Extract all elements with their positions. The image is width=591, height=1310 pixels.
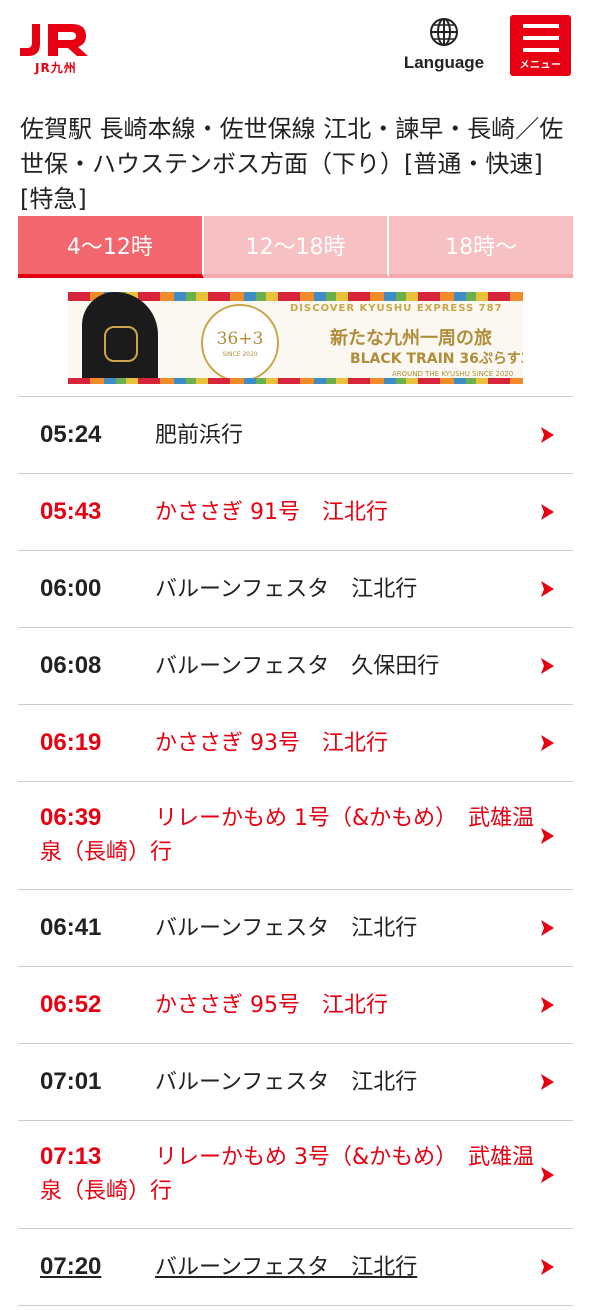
departure-time: 07:13 — [40, 1143, 102, 1170]
departure-time: 06:52 — [40, 990, 102, 1018]
departure-row[interactable]: 07:20 バルーンフェスタ 江北行 — [18, 1229, 573, 1306]
arrow-right-icon — [541, 920, 554, 936]
departure-destination: バルーンフェスタ 久保田行 — [155, 653, 440, 679]
departure-row[interactable]: 06:00 バルーンフェスタ 江北行 — [18, 551, 573, 628]
departure-destination: バルーンフェスタ 江北行 — [155, 1069, 418, 1095]
departure-destination: バルーンフェスタ 江北行 — [155, 915, 418, 941]
row-text: 05:24 肥前浜行 — [40, 418, 539, 453]
arrow-right-icon — [541, 735, 554, 751]
row-text: 06:39 リレーかもめ 1号（&かもめ） 武雄温泉（長崎）行 — [40, 801, 539, 870]
emblem-since: SINCE 2020 — [222, 350, 258, 358]
departure-row[interactable]: 06:39 リレーかもめ 1号（&かもめ） 武雄温泉（長崎）行 — [18, 782, 573, 890]
departure-destination: かささぎ 91号 江北行 — [155, 499, 388, 525]
arrow-right-icon — [541, 427, 554, 443]
arrow-right-icon — [541, 827, 554, 844]
arrow-right-icon — [541, 581, 554, 597]
departure-destination: かささぎ 95号 江北行 — [155, 992, 388, 1018]
promo-banner[interactable]: 36+3 SINCE 2020 DISCOVER KYUSHU EXPRESS … — [68, 292, 523, 384]
train-image — [82, 292, 158, 384]
language-label: Language — [403, 53, 485, 72]
banner-en-top: DISCOVER KYUSHU EXPRESS 787 — [290, 303, 503, 314]
departure-time: 06:00 — [40, 574, 102, 602]
departure-destination: バルーンフェスタ 江北行 — [155, 1254, 418, 1280]
logo-sub-text: JR九州 — [35, 61, 77, 75]
banner-en-text: BLACK TRAIN 36ぷらす3 — [350, 351, 523, 367]
departure-time: 05:43 — [40, 497, 102, 525]
departure-destination: バルーンフェスタ 江北行 — [155, 576, 418, 602]
departure-row[interactable]: 07:01 バルーンフェスタ 江北行 — [18, 1044, 573, 1121]
departure-destination: 肥前浜行 — [155, 422, 244, 448]
departure-row[interactable]: 06:52 かささぎ 95号 江北行 — [18, 967, 573, 1044]
jr-logo-icon — [20, 24, 88, 56]
departure-row[interactable]: 05:43 かささぎ 91号 江北行 — [18, 474, 573, 551]
departure-list: 05:24 肥前浜行 05:43 かささぎ 91号 江北行 06:00 バルーンフェス… — [18, 396, 573, 1306]
arrow-right-icon — [541, 658, 554, 674]
hamburger-icon — [522, 24, 559, 52]
row-text: 06:41 バルーンフェスタ 江北行 — [40, 911, 539, 946]
departure-time: 06:39 — [40, 804, 102, 831]
tab-18[interactable]: 18時〜 — [389, 216, 574, 278]
banner-emblem: 36+3 SINCE 2020 — [201, 304, 279, 382]
arrow-right-icon — [541, 1074, 554, 1090]
arrow-right-icon — [541, 997, 554, 1013]
row-text: 06:08 バルーンフェスタ 久保田行 — [40, 649, 539, 684]
header: JR九州 Language メニュー — [0, 0, 591, 98]
train-face — [104, 326, 138, 362]
row-text: 07:13 リレーかもめ 3号（&かもめ） 武雄温泉（長崎）行 — [40, 1140, 539, 1209]
row-text: 05:43 かささぎ 91号 江北行 — [40, 495, 539, 530]
banner-jp-text: 新たな九州一周の旅 — [330, 328, 492, 349]
emblem-number: 36+3 — [216, 328, 264, 349]
arrow-right-icon — [541, 504, 554, 520]
banner-since-text: AROUND THE KYUSHU SINCE 2020 — [392, 370, 514, 378]
row-text: 07:01 バルーンフェスタ 江北行 — [40, 1065, 539, 1100]
jr-kyushu-logo[interactable]: JR九州 — [18, 22, 98, 76]
departure-row[interactable]: 06:41 バルーンフェスタ 江北行 — [18, 890, 573, 967]
row-text: 06:19 かささぎ 93号 江北行 — [40, 726, 539, 761]
departure-row[interactable]: 07:13 リレーかもめ 3号（&かもめ） 武雄温泉（長崎）行 — [18, 1121, 573, 1229]
globe-icon — [430, 18, 458, 46]
tab-12-18[interactable]: 12〜18時 — [203, 216, 390, 278]
arrow-right-icon — [541, 1259, 554, 1275]
departure-time: 06:19 — [40, 728, 102, 756]
departure-row[interactable]: 06:08 バルーンフェスタ 久保田行 — [18, 628, 573, 705]
departure-time: 05:24 — [40, 420, 102, 448]
row-text: 07:20 バルーンフェスタ 江北行 — [40, 1250, 539, 1285]
departure-time: 07:01 — [40, 1067, 102, 1095]
banner-stripe-bottom — [68, 378, 523, 384]
departure-time: 07:20 — [40, 1252, 102, 1280]
page-title: 佐賀駅 長崎本線・佐世保線 江北・諫早・長崎／佐世保・ハウステンボス方面（下り）… — [20, 115, 564, 213]
row-text: 06:52 かささぎ 95号 江北行 — [40, 988, 539, 1023]
departure-destination: かささぎ 93号 江北行 — [155, 730, 388, 756]
departure-row[interactable]: 06:19 かささぎ 93号 江北行 — [18, 705, 573, 782]
time-tabs: 4〜12時 12〜18時 18時〜 — [18, 216, 574, 278]
departure-time: 06:41 — [40, 913, 102, 941]
language-button[interactable]: Language — [396, 16, 492, 73]
departure-time: 06:08 — [40, 651, 102, 679]
arrow-right-icon — [541, 1166, 554, 1183]
departure-row[interactable]: 05:24 肥前浜行 — [18, 397, 573, 474]
row-text: 06:00 バルーンフェスタ 江北行 — [40, 572, 539, 607]
menu-button[interactable]: メニュー — [510, 15, 571, 76]
tab-4-12[interactable]: 4〜12時 — [18, 216, 204, 278]
menu-label: メニュー — [519, 60, 562, 71]
